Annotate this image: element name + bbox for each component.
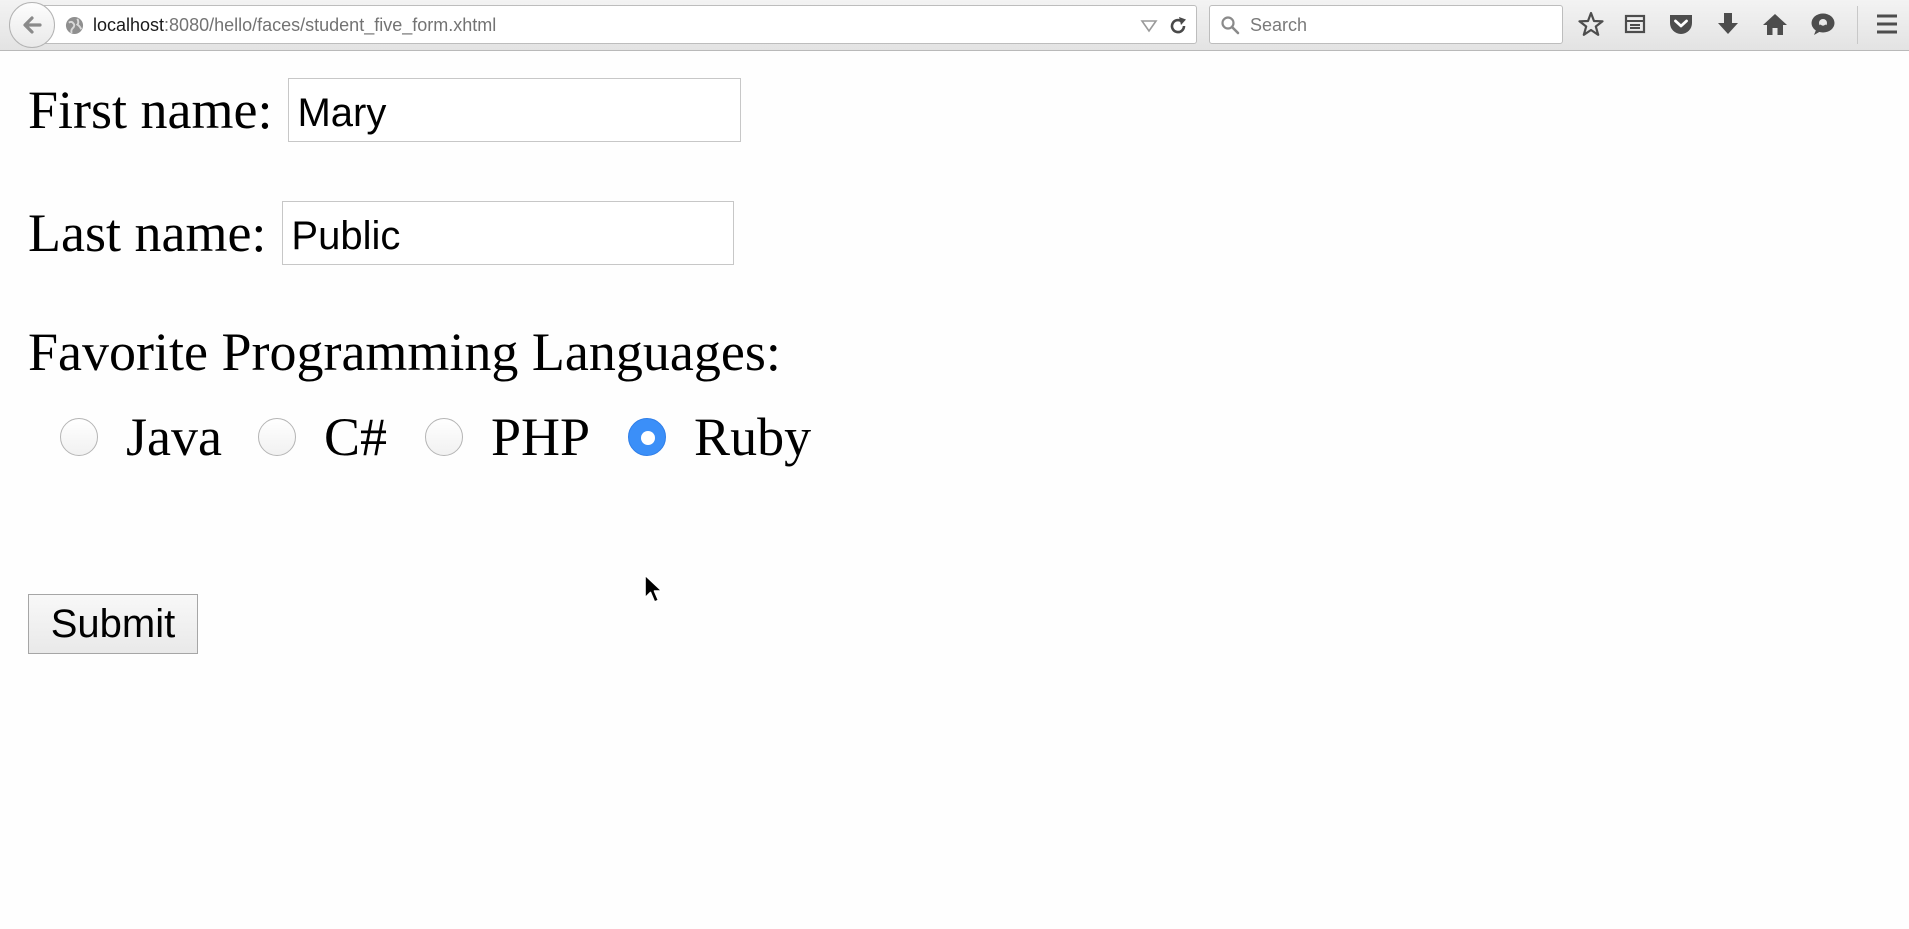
search-input[interactable] — [1248, 10, 1548, 40]
pocket-icon[interactable] — [1666, 9, 1696, 39]
url-path: :8080/hello/faces/student_five_form.xhtm… — [164, 15, 497, 35]
search-bar[interactable] — [1209, 5, 1563, 44]
languages-label: Favorite Programming Languages: — [28, 322, 781, 382]
hamburger-menu-icon[interactable] — [1872, 9, 1902, 39]
first-name-label: First name: — [28, 80, 273, 140]
home-icon[interactable] — [1760, 9, 1790, 39]
url-text[interactable]: localhost:8080/hello/faces/student_five_… — [93, 15, 496, 36]
radio-label: Ruby — [694, 407, 812, 467]
radio-option-csharp[interactable]: C# — [257, 406, 387, 468]
radio-option-java[interactable]: Java — [60, 406, 222, 468]
reload-icon[interactable] — [1167, 15, 1189, 37]
radio-label: PHP — [490, 407, 591, 467]
back-button[interactable] — [9, 2, 55, 48]
radio-label: Java — [126, 407, 222, 467]
languages-heading: Favorite Programming Languages: — [28, 314, 781, 390]
first-name-row: First name: — [28, 78, 742, 142]
languages-radio-group: Java C# PHP Ruby — [60, 402, 811, 472]
search-icon — [1221, 16, 1240, 35]
page-content: First name: Last name: Favorite Programm… — [0, 52, 1909, 929]
globe-icon — [65, 16, 84, 35]
first-name-input[interactable] — [288, 78, 742, 142]
radio-button[interactable] — [60, 418, 98, 456]
url-host: localhost — [93, 15, 165, 35]
dropdown-arrow-icon[interactable] — [1140, 18, 1158, 34]
radio-option-php[interactable]: PHP — [424, 406, 591, 468]
toolbar-separator — [1857, 6, 1858, 44]
bookmark-star-icon[interactable] — [1576, 9, 1606, 39]
radio-button-checked[interactable] — [628, 418, 667, 456]
last-name-input[interactable] — [282, 201, 735, 265]
last-name-row: Last name: — [28, 201, 735, 265]
radio-button[interactable] — [257, 418, 296, 456]
submit-button[interactable]: Submit — [28, 594, 198, 654]
download-icon[interactable] — [1713, 9, 1743, 39]
back-arrow-icon — [23, 16, 42, 34]
chat-icon[interactable] — [1808, 9, 1838, 39]
radio-button[interactable] — [424, 418, 463, 456]
radio-option-ruby[interactable]: Ruby — [628, 406, 811, 468]
browser-toolbar: localhost:8080/hello/faces/student_five_… — [0, 0, 1909, 51]
mouse-cursor-icon — [644, 574, 663, 603]
radio-label: C# — [323, 407, 387, 467]
url-bar[interactable]: localhost:8080/hello/faces/student_five_… — [44, 5, 1197, 44]
last-name-label: Last name: — [28, 203, 267, 263]
reading-list-icon[interactable] — [1620, 9, 1650, 39]
